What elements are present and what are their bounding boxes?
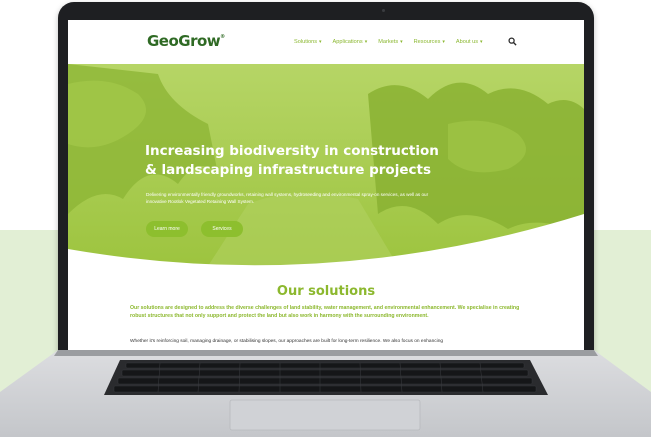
- section-body: Whether it's reinforcing soil, managing …: [130, 339, 444, 344]
- learn-more-button[interactable]: Learn more: [146, 221, 188, 237]
- section-intro: Our solutions are designed to address th…: [130, 305, 520, 319]
- chevron-down-icon: ▾: [319, 39, 322, 45]
- chevron-down-icon: ▾: [480, 39, 483, 45]
- hero-title: Increasing biodiversity in construction …: [145, 143, 439, 178]
- hero-subtitle: Delivering environmentally friendly grou…: [146, 192, 429, 204]
- camera-dot: [382, 9, 385, 12]
- hero-section: Increasing biodiversity in construction …: [68, 64, 584, 266]
- section-title: Our solutions: [276, 284, 376, 299]
- site-logo[interactable]: GeoGrow®: [147, 32, 225, 50]
- menu-item-applications[interactable]: Applications ▾: [333, 39, 368, 45]
- menu-item-about-us[interactable]: About us ▾: [456, 39, 483, 45]
- site-header: GeoGrow® Solutions ▾ Applications ▾ Market…: [68, 20, 584, 64]
- services-button[interactable]: Services: [201, 221, 243, 237]
- chevron-down-icon: ▾: [442, 39, 445, 45]
- website-screen: GeoGrow® Solutions ▾ Applications ▾ Market…: [68, 20, 584, 350]
- search-icon[interactable]: [508, 37, 517, 46]
- menu-item-markets[interactable]: Markets ▾: [378, 39, 402, 45]
- chevron-down-icon: ▾: [400, 39, 403, 45]
- menu-item-resources[interactable]: Resources ▾: [414, 39, 445, 45]
- menu-item-solutions[interactable]: Solutions ▾: [294, 39, 322, 45]
- chevron-down-icon: ▾: [364, 39, 368, 45]
- main-menu: Solutions ▾ Applications ▾ Markets ▾ Resour…: [294, 39, 494, 45]
